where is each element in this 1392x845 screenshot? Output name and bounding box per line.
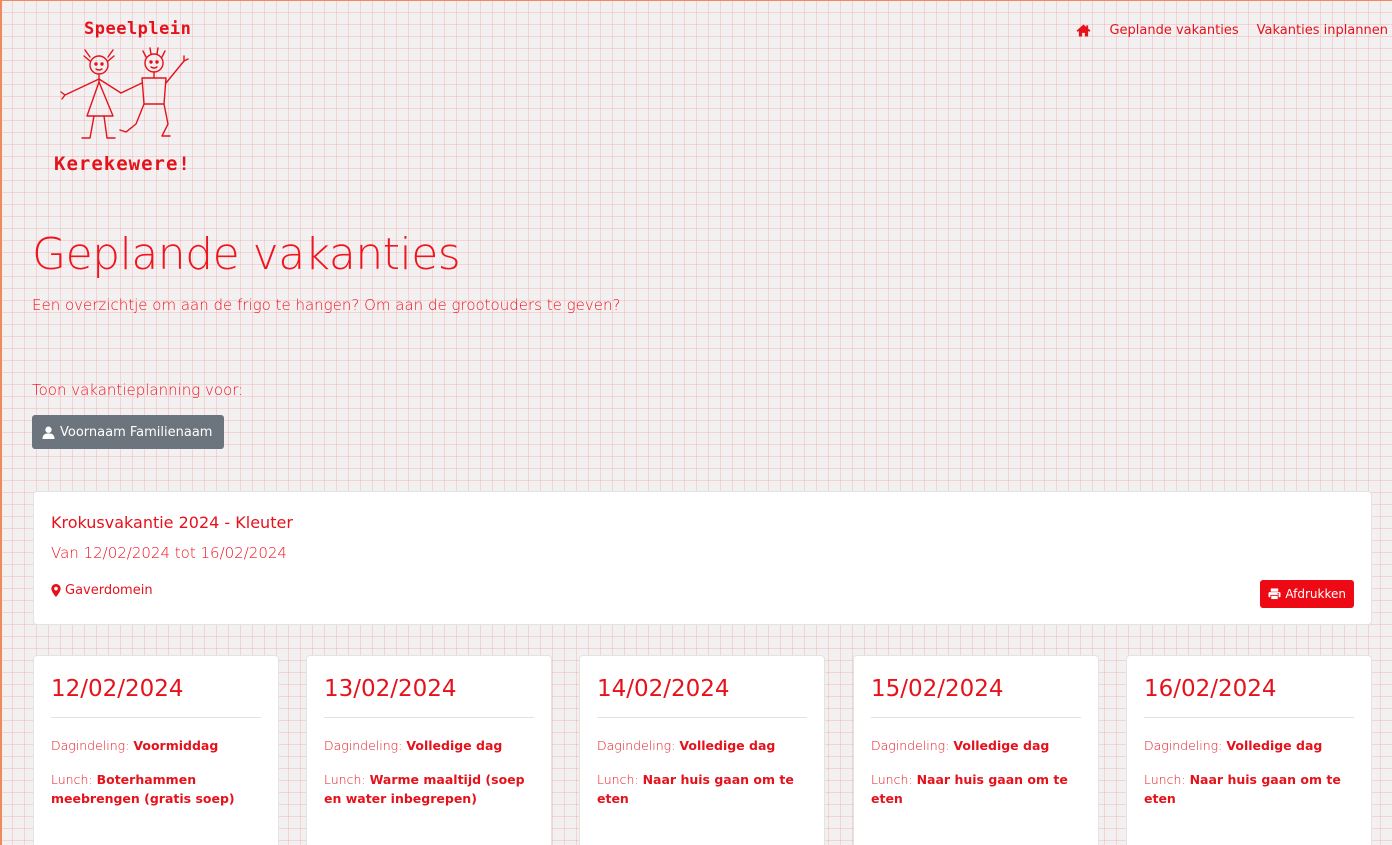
day-date: 13/02/2024 <box>324 676 457 702</box>
day-date: 12/02/2024 <box>51 676 184 702</box>
logo-text-top: Speelplein <box>84 19 192 39</box>
day-divider <box>597 717 807 718</box>
day-card: 12/02/2024 Dagindeling: Voormiddag Lunch… <box>33 655 279 845</box>
day-card: 16/02/2024 Dagindeling: Volledige dag Lu… <box>1126 655 1372 845</box>
nav-link-vakanties-inplannen[interactable]: Vakanties inplannen <box>1257 23 1388 38</box>
day-lunch-label: Lunch: <box>51 772 93 787</box>
show-planning-label: Toon vakantieplanning voor: <box>32 381 244 399</box>
page-title: Geplande vakanties <box>32 229 461 280</box>
day-lunch: Lunch: Naar huis gaan om te eten <box>597 770 810 808</box>
day-schedule-value: Volledige dag <box>953 738 1050 753</box>
print-button[interactable]: Afdrukken <box>1260 580 1354 608</box>
day-date: 15/02/2024 <box>871 676 1004 702</box>
day-schedule: Dagindeling: Voormiddag <box>51 736 264 755</box>
day-schedule: Dagindeling: Volledige dag <box>871 736 1084 755</box>
day-schedule-value: Voormiddag <box>133 738 219 753</box>
holiday-dates: Van 12/02/2024 tot 16/02/2024 <box>51 544 287 562</box>
holiday-location: Gaverdomein <box>51 583 153 598</box>
day-lunch-label: Lunch: <box>1144 772 1186 787</box>
day-schedule-label: Dagindeling: <box>51 738 130 753</box>
child-select-button-label: Voornaam Familienaam <box>60 424 213 440</box>
home-icon-svg <box>1076 24 1091 37</box>
day-schedule-value: Volledige dag <box>1226 738 1323 753</box>
day-schedule: Dagindeling: Volledige dag <box>1144 736 1357 755</box>
day-divider <box>871 717 1081 718</box>
nav-link-geplande-vakanties[interactable]: Geplande vakanties <box>1109 23 1238 38</box>
home-icon[interactable] <box>1076 24 1091 37</box>
map-marker-icon <box>51 584 61 597</box>
day-lunch: Lunch: Boterhammen meebrengen (gratis so… <box>51 770 264 808</box>
day-schedule-value: Volledige dag <box>679 738 776 753</box>
day-divider <box>51 717 261 718</box>
day-card: 15/02/2024 Dagindeling: Volledige dag Lu… <box>853 655 1099 845</box>
day-card: 14/02/2024 Dagindeling: Volledige dag Lu… <box>579 655 825 845</box>
day-date: 14/02/2024 <box>597 676 730 702</box>
user-icon <box>42 426 55 439</box>
day-schedule-label: Dagindeling: <box>871 738 950 753</box>
day-lunch: Lunch: Warme maaltijd (soep en water inb… <box>324 770 537 808</box>
day-lunch: Lunch: Naar huis gaan om te eten <box>1144 770 1357 808</box>
top-navigation: Geplande vakanties Vakanties inplannen <box>1076 23 1388 38</box>
children-drawing-icon <box>60 47 189 139</box>
day-divider <box>1144 717 1354 718</box>
day-schedule-label: Dagindeling: <box>597 738 676 753</box>
day-lunch-label: Lunch: <box>871 772 913 787</box>
logo[interactable]: Speelplein Kerekewere! <box>50 15 200 180</box>
day-schedule: Dagindeling: Volledige dag <box>324 736 537 755</box>
logo-text-bottom: Kerekewere! <box>54 153 191 175</box>
day-card: 13/02/2024 Dagindeling: Volledige dag Lu… <box>306 655 552 845</box>
day-lunch: Lunch: Naar huis gaan om te eten <box>871 770 1084 808</box>
day-divider <box>324 717 534 718</box>
day-lunch-label: Lunch: <box>597 772 639 787</box>
page-subtitle: Een overzichtje om aan de frigo te hange… <box>32 296 621 314</box>
day-date: 16/02/2024 <box>1144 676 1277 702</box>
print-button-label: Afdrukken <box>1285 587 1346 601</box>
holiday-title: Krokusvakantie 2024 - Kleuter <box>51 513 293 532</box>
holiday-card: Krokusvakantie 2024 - Kleuter Van 12/02/… <box>33 491 1372 625</box>
holiday-location-label: Gaverdomein <box>65 583 153 598</box>
child-select-button[interactable]: Voornaam Familienaam <box>32 415 225 449</box>
day-schedule-label: Dagindeling: <box>324 738 403 753</box>
day-lunch-label: Lunch: <box>324 772 366 787</box>
day-schedule-value: Volledige dag <box>406 738 503 753</box>
day-schedule: Dagindeling: Volledige dag <box>597 736 810 755</box>
day-schedule-label: Dagindeling: <box>1144 738 1223 753</box>
printer-icon <box>1268 588 1281 600</box>
